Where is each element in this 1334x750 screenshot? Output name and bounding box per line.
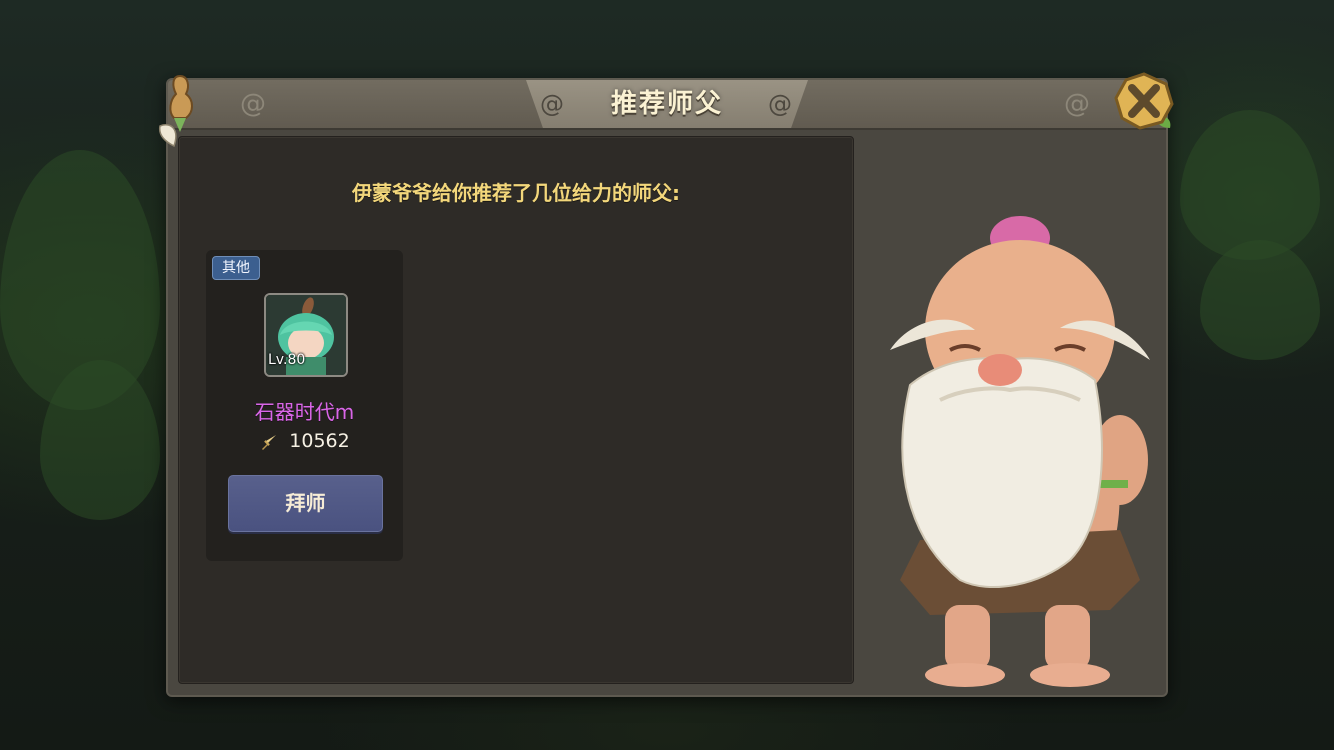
category-tag: 其他 (212, 256, 260, 280)
background-foliage-right-lower (1200, 240, 1320, 360)
combat-power-value: 10562 (289, 430, 350, 452)
intro-text: 伊蒙爷爷给你推荐了几位给力的师父: (352, 181, 680, 205)
dialog-title: 推荐师父 (610, 89, 723, 119)
combat-power: 10562 (206, 430, 403, 452)
swirl-ornament-icon: @ (1064, 89, 1090, 119)
sword-power-icon (262, 434, 277, 450)
master-name: 石器时代m (254, 400, 355, 424)
dialog-header: @ @ @ @ 推荐师父 (168, 80, 1166, 130)
old-master-npc-icon (890, 216, 1150, 687)
background-foliage-right (1180, 110, 1320, 260)
close-button[interactable] (1112, 70, 1176, 134)
apprentice-button[interactable]: 拜师 (228, 475, 383, 532)
master-level: Lv.80 (268, 352, 306, 368)
swirl-ornament-icon: @ (240, 89, 266, 119)
